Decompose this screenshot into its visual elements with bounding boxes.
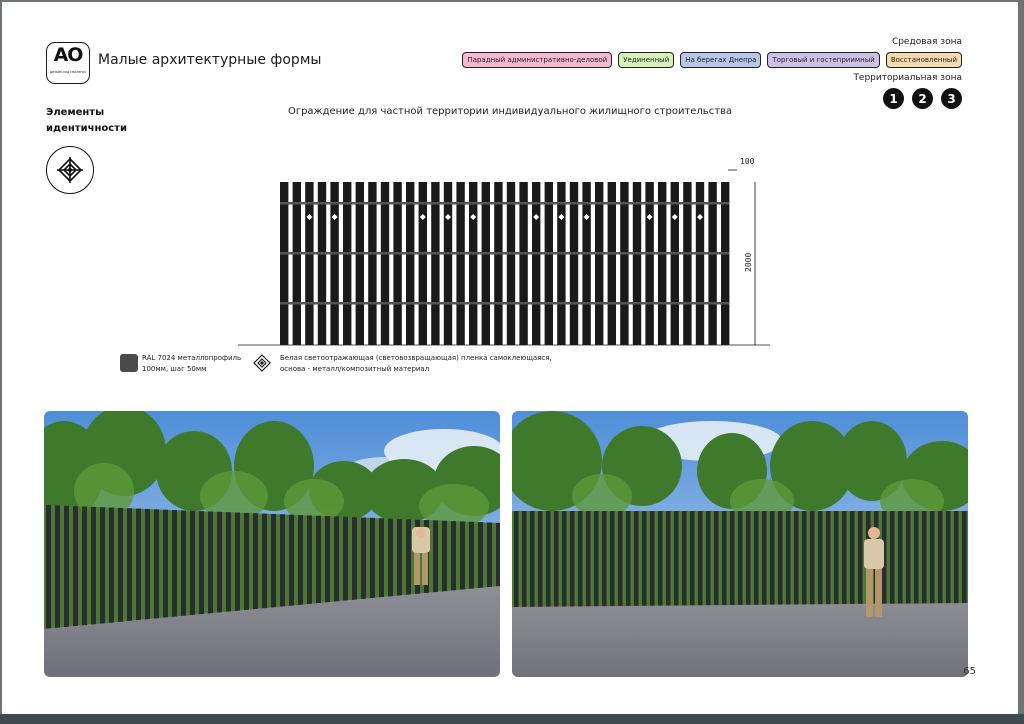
fence-slat — [721, 182, 730, 345]
fence-slat — [683, 182, 692, 345]
fence-slat — [456, 182, 465, 345]
material-legend: RAL 7024 металлопрофиль 100мм, шаг 50мм — [142, 353, 252, 375]
fence-slat — [368, 182, 377, 345]
fence-slat — [380, 182, 390, 345]
section-title: Ограждение для частной территории индиви… — [287, 106, 733, 117]
fence-slat — [708, 182, 717, 345]
document-page: АО дизайн-код смоленск Малые архитектурн… — [2, 2, 1018, 714]
fence-slat — [330, 182, 339, 345]
fence-slat — [658, 182, 667, 345]
fence-slat — [695, 182, 705, 345]
zone-badge-trade: Торговый и гостеприимный — [767, 52, 880, 68]
page-number: 65 — [963, 666, 976, 677]
fence-slat — [443, 182, 453, 345]
territory-zone-numbers: 1 2 3 — [883, 88, 962, 109]
ornament-diamond-icon — [57, 157, 83, 183]
fence-slat — [292, 182, 301, 345]
fence-slat — [582, 182, 591, 345]
fence-slat — [607, 182, 616, 345]
fence-slat — [393, 182, 402, 345]
fence-slat — [670, 182, 679, 345]
viewer-bottom-strip — [0, 714, 1024, 724]
fence-visualization-photo-2 — [512, 411, 968, 677]
environment-zone-badges: Парадный административно-деловой Уединен… — [462, 52, 962, 68]
fence-slat — [494, 182, 503, 345]
identity-emblem — [46, 146, 94, 194]
film-legend-line1: Белая светоотражающая (световозвращающая… — [280, 354, 552, 362]
page-title: Малые архитектурные формы — [98, 52, 322, 68]
fence-visualization-photo-1 — [44, 411, 500, 677]
material-legend-line2: 100мм, шаг 50мм — [142, 365, 207, 373]
territory-zone-1: 1 — [883, 88, 904, 109]
fence-slat — [645, 182, 654, 345]
fence-rail — [280, 302, 730, 305]
fence-slat — [481, 182, 490, 345]
fence-slat — [569, 182, 579, 345]
territory-zone-label: Территориальная зона — [853, 73, 962, 83]
material-swatch — [120, 354, 138, 372]
fence-slat — [519, 182, 528, 345]
fence-slat — [532, 182, 541, 345]
brand-logo: АО дизайн-код смоленск — [46, 42, 90, 84]
fence-slat — [355, 182, 364, 345]
ornament-diamond-icon — [253, 354, 271, 372]
fence-slat — [406, 182, 415, 345]
zone-badge-ceremonial: Парадный административно-деловой — [462, 52, 613, 68]
height-dimension-label: 2000 — [744, 253, 753, 272]
fence-slat — [632, 182, 642, 345]
fence-slat — [305, 182, 314, 345]
logo-mark: АО — [53, 44, 84, 66]
width-dimension-label: 100 — [740, 157, 755, 166]
fence-slat — [431, 182, 440, 345]
fence-slat — [595, 182, 604, 345]
zone-badge-restored: Восстановленный — [885, 52, 962, 68]
fence-slat — [469, 182, 478, 345]
fence-slat — [557, 182, 566, 345]
film-legend: Белая светоотражающая (световозвращающая… — [280, 353, 580, 375]
zone-badge-dnieper: На берегах Днепра — [680, 52, 762, 68]
fence-ornaments — [306, 214, 703, 220]
fence-slats — [280, 182, 730, 345]
logo-caption: дизайн-код смоленск — [49, 70, 87, 74]
identity-label: Элементы идентичности — [46, 107, 127, 134]
territory-zone-2: 2 — [912, 88, 933, 109]
fence-slat — [343, 182, 352, 345]
fence-slat — [280, 182, 289, 345]
material-legend-line1: RAL 7024 металлопрофиль — [142, 354, 242, 362]
fence-slat — [317, 182, 327, 345]
zone-badge-secluded: Уединенный — [618, 52, 675, 68]
environment-zone-label: Средовая зона — [891, 37, 962, 47]
film-legend-line2: основа - металл/композитный материал — [280, 365, 430, 373]
fence-rail — [280, 202, 730, 205]
fence-slat — [418, 182, 427, 345]
fence-rail — [280, 252, 730, 255]
territory-zone-3: 3 — [941, 88, 962, 109]
fence-slat — [544, 182, 553, 345]
fence-elevation-drawing: 100 2000 — [238, 157, 770, 346]
fence-slat — [506, 182, 516, 345]
fence-slat — [620, 182, 629, 345]
